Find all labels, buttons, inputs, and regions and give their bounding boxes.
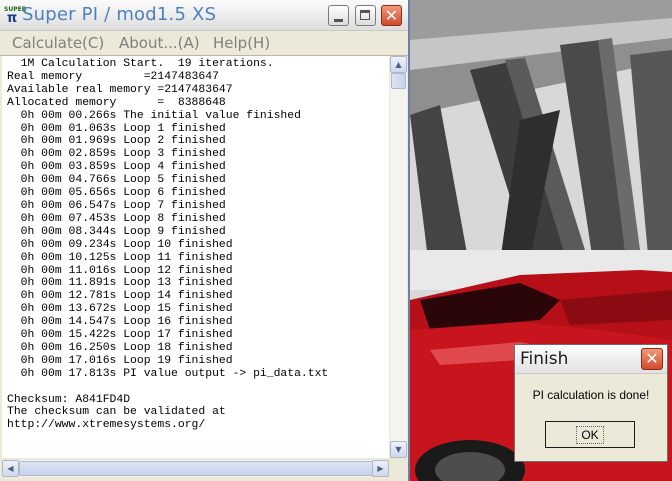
size-grip[interactable]	[390, 460, 407, 477]
close-icon: ✕	[384, 6, 399, 25]
dialog-message: PI calculation is done!	[532, 388, 650, 402]
horizontal-scroll-thumb[interactable]	[19, 461, 374, 476]
log-line: 0h 00m 04.766s Loop 5 finished	[7, 174, 226, 187]
log-line: 0h 00m 07.453s Loop 8 finished	[7, 212, 226, 225]
log-line: The checksum can be validated at	[7, 406, 226, 419]
log-line: 0h 00m 17.016s Loop 19 finished	[7, 354, 233, 367]
log-line: 0h 00m 06.547s Loop 7 finished	[7, 199, 226, 212]
close-button[interactable]: ✕	[381, 5, 402, 26]
menu-bar: Calculate(C) About...(A) Help(H)	[0, 31, 408, 56]
dialog-title-bar[interactable]: Finish ✕	[515, 345, 667, 374]
log-line: 0h 00m 13.672s Loop 15 finished	[7, 303, 233, 316]
minimize-button[interactable]	[328, 5, 349, 26]
log-line: 0h 00m 17.813s PI value output -> pi_dat…	[7, 367, 329, 380]
ok-label: OK	[576, 425, 604, 444]
log-line: 0h 00m 01.969s Loop 2 finished	[7, 135, 226, 148]
log-line: 0h 00m 10.125s Loop 11 finished	[7, 251, 233, 264]
super-pi-app-icon: SUPER π	[4, 6, 26, 26]
log-line: Checksum: A841FD4D	[7, 393, 131, 406]
log-line: 0h 00m 11.016s Loop 12 finished	[7, 264, 233, 277]
window-title: Super PI / mod1.5 XS	[22, 4, 217, 25]
scroll-up-button[interactable]: ▲	[390, 56, 407, 73]
log-line: 0h 00m 02.859s Loop 3 finished	[7, 148, 226, 161]
horizontal-scrollbar[interactable]: ◀ ▶	[2, 460, 389, 477]
vertical-scroll-thumb[interactable]	[391, 73, 406, 89]
maximize-button[interactable]	[355, 5, 376, 26]
log-line: Real memory =2147483647	[7, 70, 219, 83]
close-icon: ✕	[645, 349, 659, 368]
log-line: 0h 00m 11.891s Loop 13 finished	[7, 277, 233, 290]
log-line: Allocated memory = 8388648	[7, 96, 226, 109]
log-line: 0h 00m 14.547s Loop 16 finished	[7, 316, 233, 329]
pi-icon: π	[6, 11, 18, 26]
log-line: 0h 00m 15.422s Loop 17 finished	[7, 329, 233, 342]
minimize-icon	[334, 19, 343, 22]
log-text: 1M Calculation Start. 19 iterations. Real…	[2, 56, 389, 432]
finish-dialog: Finish ✕ PI calculation is done! OK	[514, 344, 668, 462]
window-title-bar[interactable]: SUPER π Super PI / mod1.5 XS ✕	[0, 0, 408, 31]
menu-about[interactable]: About...(A)	[119, 34, 200, 52]
log-line: Available real memory =2147483647	[7, 83, 233, 96]
vertical-scrollbar[interactable]: ▲ ▼	[390, 56, 407, 458]
maximize-icon	[360, 10, 370, 20]
log-line: 0h 00m 08.344s Loop 9 finished	[7, 225, 226, 238]
log-line: 0h 00m 03.859s Loop 4 finished	[7, 161, 226, 174]
scroll-down-button[interactable]: ▼	[390, 441, 407, 458]
dialog-title: Finish	[520, 349, 569, 369]
log-line: 0h 00m 05.656s Loop 6 finished	[7, 187, 226, 200]
super-pi-window: SUPER π Super PI / mod1.5 XS ✕ Calculate…	[0, 0, 410, 481]
calculation-log[interactable]: 1M Calculation Start. 19 iterations. Real…	[2, 56, 389, 458]
log-line: http://www.xtremesystems.org/	[7, 419, 206, 432]
dialog-close-button[interactable]: ✕	[641, 348, 663, 370]
menu-help[interactable]: Help(H)	[213, 34, 270, 52]
log-line: 0h 00m 01.063s Loop 1 finished	[7, 122, 226, 135]
scroll-right-button[interactable]: ▶	[372, 460, 389, 477]
log-line: 0h 00m 00.266s The initial value finishe…	[7, 109, 301, 122]
log-line: 0h 00m 16.250s Loop 18 finished	[7, 341, 233, 354]
log-line: 1M Calculation Start. 19 iterations.	[7, 58, 274, 70]
log-line: 0h 00m 12.781s Loop 14 finished	[7, 290, 233, 303]
log-line: 0h 00m 09.234s Loop 10 finished	[7, 238, 233, 251]
scroll-left-button[interactable]: ◀	[2, 460, 19, 477]
ok-button[interactable]: OK	[545, 421, 635, 448]
menu-calculate[interactable]: Calculate(C)	[12, 34, 104, 52]
